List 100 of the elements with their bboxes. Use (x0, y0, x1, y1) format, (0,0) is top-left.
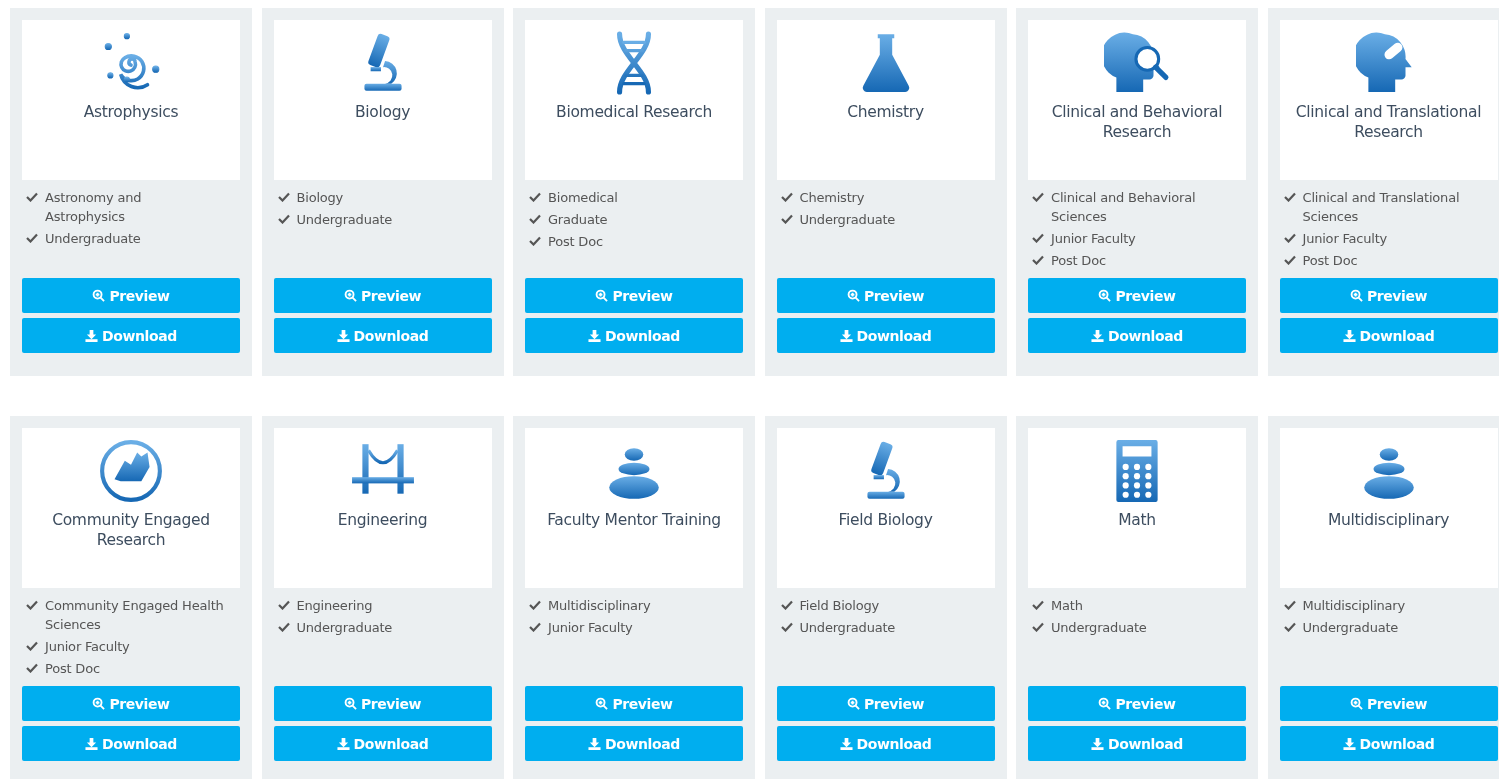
tag-text: Math (1051, 597, 1083, 615)
zoom-in-icon (343, 697, 357, 710)
download-icon (85, 737, 99, 750)
zoom-in-icon (1098, 697, 1112, 710)
tag-text: Graduate (548, 211, 608, 229)
check-icon (1032, 255, 1044, 265)
tag-text: Post Doc (45, 660, 100, 678)
download-button[interactable]: Download (1028, 318, 1246, 353)
download-icon (85, 329, 99, 342)
tag-text: Clinical and Translational Sciences (1302, 189, 1461, 226)
download-button[interactable]: Download (776, 726, 995, 761)
preview-button[interactable]: Preview (1028, 686, 1246, 721)
check-icon (529, 214, 541, 224)
tag-text: Post Doc (1302, 252, 1358, 270)
tag-text: Undergraduate (1302, 619, 1399, 637)
download-icon (839, 737, 853, 750)
download-button[interactable]: Download (273, 318, 492, 353)
card-title: Math (1118, 510, 1156, 530)
check-icon (780, 192, 793, 202)
zoom-in-icon (92, 289, 106, 302)
zoom-in-icon (1098, 289, 1112, 302)
check-icon (277, 600, 290, 610)
check-icon (277, 214, 290, 224)
tag-text: Undergraduate (296, 211, 393, 229)
card-title: Chemistry (847, 102, 924, 122)
download-button[interactable]: Download (22, 726, 240, 761)
download-button[interactable]: Download (273, 726, 492, 761)
check-icon (1283, 622, 1296, 632)
check-icon (780, 600, 793, 610)
check-icon (26, 233, 38, 243)
card-title: Biology (354, 102, 411, 122)
download-icon (336, 737, 350, 750)
preview-button[interactable]: Preview (1028, 278, 1246, 313)
zoom-in-icon (1349, 289, 1363, 302)
zoom-in-icon (846, 289, 860, 302)
download-icon (1342, 329, 1356, 342)
check-icon (26, 600, 38, 610)
tag-text: Biomedical (548, 189, 618, 207)
download-button[interactable]: Download (22, 318, 240, 353)
download-button[interactable]: Download (525, 726, 743, 761)
check-icon (529, 622, 541, 632)
download-icon (336, 329, 350, 342)
check-icon (1283, 233, 1296, 243)
preview-button[interactable]: Preview (525, 278, 743, 313)
preview-button[interactable]: Preview (1279, 278, 1498, 313)
preview-button[interactable]: Preview (776, 278, 995, 313)
card-title: Multidisciplinary (1327, 510, 1450, 530)
tag-text: Community Engaged Health Sciences (45, 597, 224, 634)
preview-button[interactable]: Preview (273, 686, 492, 721)
preview-button[interactable]: Preview (22, 278, 240, 313)
card-title: Field Biology (838, 510, 933, 530)
tag-text: Biology (296, 189, 344, 207)
card-title: Engineering (337, 510, 428, 530)
download-button[interactable]: Download (1279, 726, 1498, 761)
download-button[interactable]: Download (1028, 726, 1246, 761)
tag-text: Post Doc (548, 233, 603, 251)
download-button[interactable]: Download (525, 318, 743, 353)
tag-text: Clinical and Behavioral Sciences (1051, 189, 1197, 226)
check-icon (1032, 192, 1044, 202)
check-icon (529, 600, 541, 610)
tag-text: Astronomy and Astrophysics (45, 189, 143, 226)
tag-text: Undergraduate (799, 211, 896, 229)
tag-text: Undergraduate (799, 619, 896, 637)
check-icon (529, 192, 541, 202)
card-title: Clinical and Behavioral Research (1050, 102, 1224, 142)
download-button[interactable]: Download (1279, 318, 1498, 353)
tag-text: Chemistry (799, 189, 865, 207)
check-icon (780, 622, 793, 632)
download-icon (588, 737, 602, 750)
zoom-in-icon (595, 289, 609, 302)
check-icon (277, 622, 290, 632)
zoom-in-icon (595, 697, 609, 710)
card-title: Astrophysics (83, 102, 179, 122)
download-button[interactable]: Download (776, 318, 995, 353)
check-icon (26, 641, 38, 651)
download-icon (839, 329, 853, 342)
card-title: Faculty Mentor Training (547, 510, 721, 530)
tag-text: Undergraduate (296, 619, 393, 637)
tag-text: Field Biology (799, 597, 880, 615)
check-icon (1283, 600, 1296, 610)
preview-button[interactable]: Preview (1279, 686, 1498, 721)
preview-button[interactable]: Preview (273, 278, 492, 313)
tag-text: Post Doc (1051, 252, 1106, 270)
check-icon (1283, 192, 1296, 202)
tag-text: Undergraduate (1051, 619, 1147, 637)
tag-text: Multidisciplinary (548, 597, 651, 615)
zoom-in-icon (92, 697, 106, 710)
check-icon (26, 663, 38, 673)
zoom-in-icon (343, 289, 357, 302)
check-icon (26, 192, 38, 202)
preview-button[interactable]: Preview (22, 686, 240, 721)
tag-text: Multidisciplinary (1302, 597, 1405, 615)
card-title: Biomedical Research (556, 102, 712, 122)
preview-button[interactable]: Preview (525, 686, 743, 721)
download-icon (588, 329, 602, 342)
check-icon (780, 214, 793, 224)
zoom-in-icon (1349, 697, 1363, 710)
preview-button[interactable]: Preview (776, 686, 995, 721)
tag-text: Junior Faculty (1302, 230, 1388, 248)
check-icon (1032, 600, 1044, 610)
